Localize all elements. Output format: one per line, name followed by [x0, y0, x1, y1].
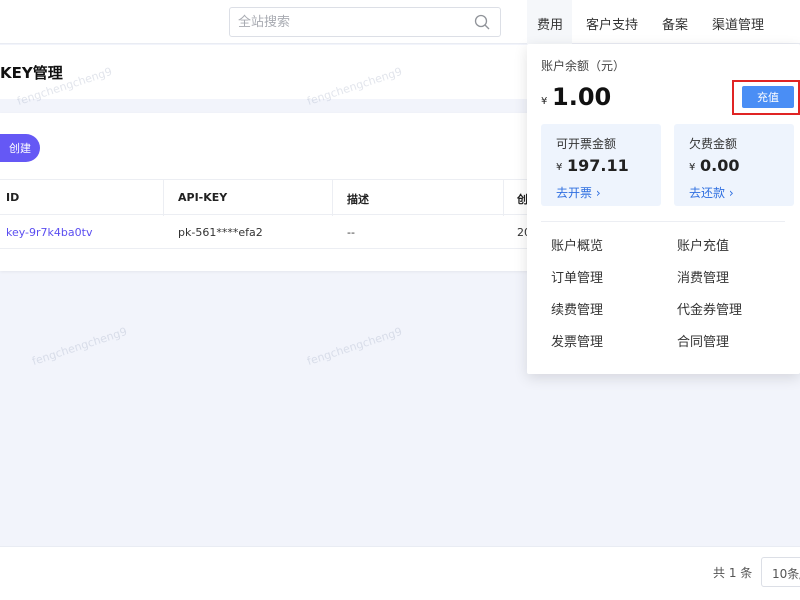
search-icon[interactable]: [474, 14, 490, 30]
page-size-select[interactable]: 10条/: [761, 557, 800, 587]
search-input[interactable]: [230, 8, 470, 36]
invoiceable-amount: 197.11: [567, 156, 629, 175]
column-header-api-key: API-KEY: [178, 191, 228, 204]
total-count: 共 1 条: [713, 566, 753, 580]
menu-contract-management[interactable]: 合同管理: [677, 331, 729, 350]
menu-order-management[interactable]: 订单管理: [551, 267, 603, 286]
balance-label: 账户余额（元）: [541, 59, 626, 73]
watermark: fengchengcheng9: [30, 325, 129, 368]
global-search[interactable]: [229, 7, 501, 37]
menu-renewal-management[interactable]: 续费管理: [551, 299, 603, 318]
nav-customer-support[interactable]: 客户支持: [586, 14, 638, 33]
title-card: [0, 45, 530, 99]
pagination-bar: [0, 546, 800, 600]
key-id-link[interactable]: key-9r7k4ba0tv: [6, 226, 92, 239]
balance-amount: 1.00: [552, 83, 612, 111]
nav-channel-management[interactable]: 渠道管理: [712, 14, 764, 33]
column-divider: [503, 180, 504, 216]
column-divider: [163, 180, 164, 216]
table-row: key-9r7k4ba0tv pk-561****efa2 -- 20: [0, 215, 531, 249]
column-header-description: 描述: [347, 193, 369, 206]
invoiceable-currency: ¥: [556, 162, 563, 173]
recharge-button[interactable]: 充值: [742, 86, 794, 108]
column-header-id: ID: [6, 191, 20, 204]
balance-currency: ¥: [541, 96, 548, 107]
nav-filing[interactable]: 备案: [662, 14, 688, 33]
column-divider: [332, 180, 333, 216]
menu-account-recharge[interactable]: 账户充值: [677, 235, 729, 254]
api-key-cell: pk-561****efa2: [178, 226, 263, 239]
description-cell: --: [347, 226, 355, 239]
menu-invoice-management[interactable]: 发票管理: [551, 331, 603, 350]
dropdown-divider: [541, 221, 785, 222]
go-repay-link[interactable]: 去还款 ›: [689, 184, 734, 201]
arrears-label: 欠费金额: [689, 137, 738, 151]
create-button[interactable]: 创建: [0, 134, 40, 162]
menu-voucher-management[interactable]: 代金券管理: [677, 299, 742, 318]
table-header: ID API-KEY 描述 创: [0, 179, 530, 216]
chevron-right-icon: ›: [595, 186, 601, 200]
nav-fees[interactable]: 费用: [537, 14, 563, 33]
go-invoice-link[interactable]: 去开票 ›: [556, 184, 601, 201]
arrears-currency: ¥: [689, 162, 696, 173]
arrears-amount: 0.00: [700, 156, 740, 175]
invoiceable-label: 可开票金额: [556, 137, 617, 151]
watermark: fengchengcheng9: [305, 325, 404, 368]
arrears-amount-card: 欠费金额 ¥ 0.00 去还款 ›: [674, 124, 794, 206]
menu-consumption-management[interactable]: 消费管理: [677, 267, 729, 286]
menu-account-overview[interactable]: 账户概览: [551, 235, 603, 254]
invoiceable-amount-card: 可开票金额 ¥ 197.11 去开票 ›: [541, 124, 661, 206]
page-title: KEY管理: [0, 64, 63, 82]
chevron-right-icon: ›: [728, 186, 734, 200]
